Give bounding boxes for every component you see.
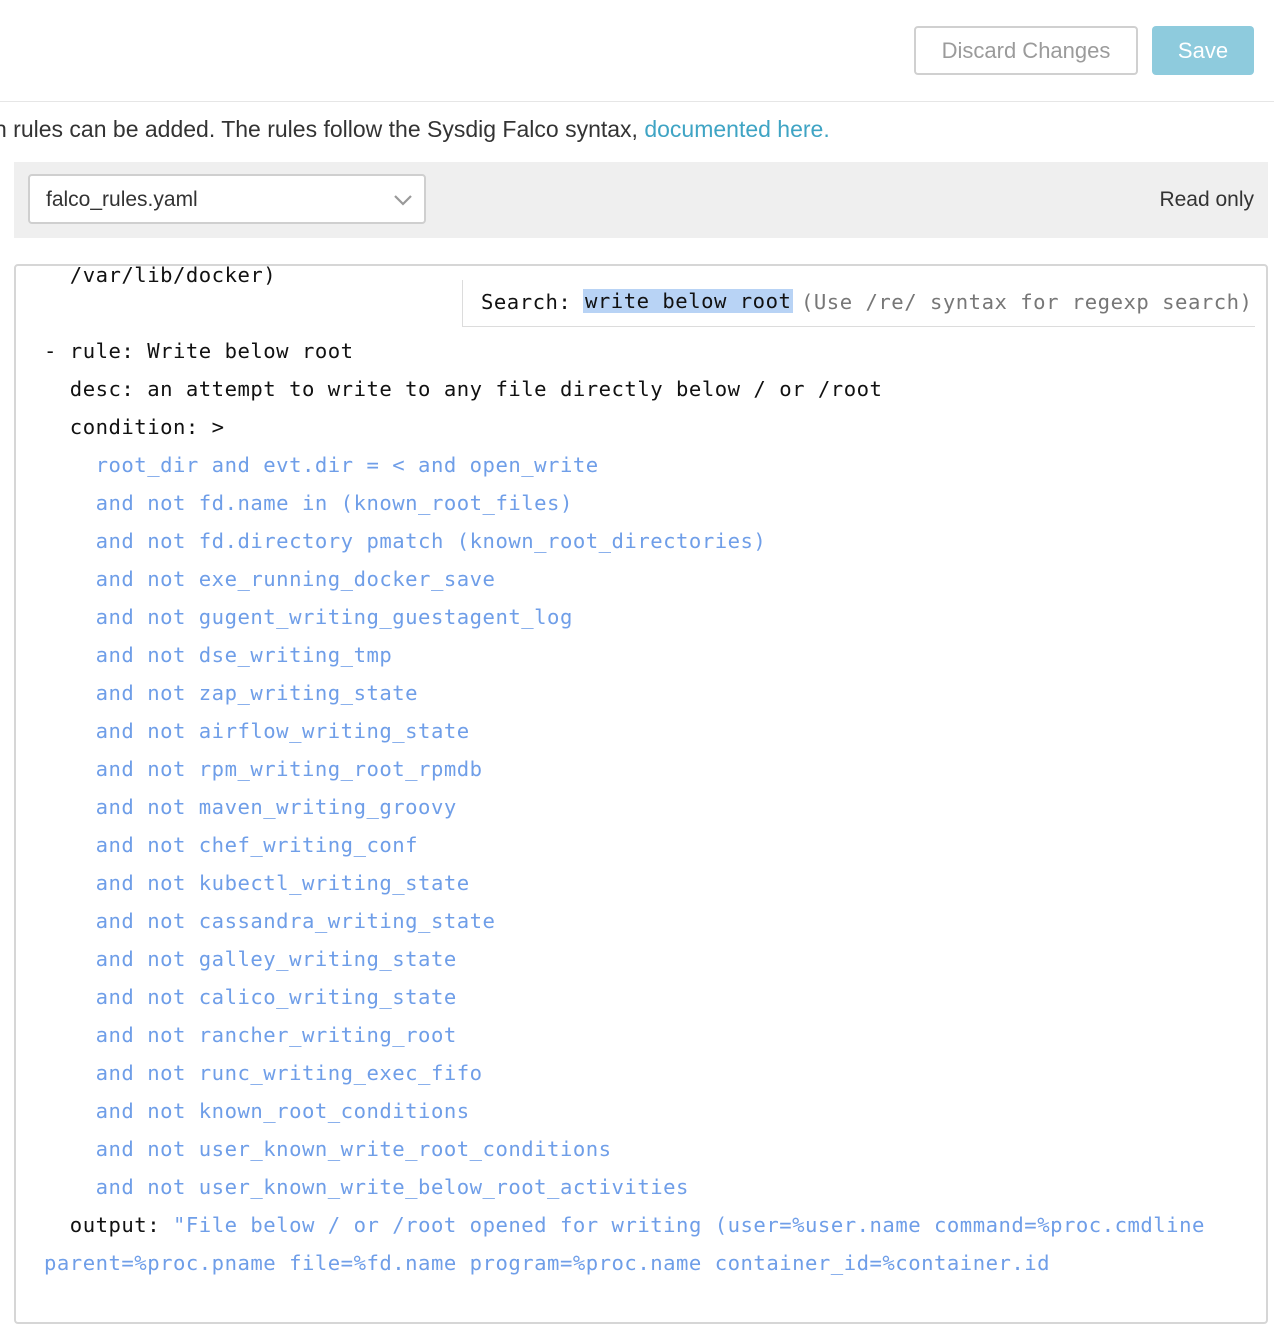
read-only-label: Read only [1159,188,1254,211]
code-content: /var/lib/docker) - rule: Write below roo… [44,266,1205,1282]
code-line: and not chef_writing_conf [44,833,419,857]
code-line: and not dse_writing_tmp [44,643,393,667]
code-line: and not runc_writing_exec_fifo [44,1061,483,1085]
code-line: and not user_known_write_below_root_acti… [44,1175,689,1199]
top-bar: Discard Changes Save [0,0,1274,102]
code-line: and not fd.directory pmatch (known_root_… [44,529,767,553]
code-line: and not known_root_conditions [44,1099,470,1123]
code-line: condition: > [44,415,225,439]
code-editor[interactable]: /var/lib/docker) - rule: Write below roo… [14,264,1268,1324]
file-select[interactable]: falco_rules.yaml [28,174,426,224]
output-key: output: [44,1213,173,1237]
code-line: and not fd.name in (known_root_files) [44,491,573,515]
code-line: and not user_known_write_root_conditions [44,1137,612,1161]
code-line: and not airflow_writing_state [44,719,470,743]
search-input[interactable]: write below root [583,289,794,313]
file-select-value: falco_rules.yaml [46,188,198,211]
code-line: and not rancher_writing_root [44,1023,457,1047]
search-hint: (Use /re/ syntax for regexp search) [801,290,1253,314]
discard-changes-button[interactable]: Discard Changes [914,26,1138,75]
intro-description: n rules can be added. The rules follow t… [0,116,645,142]
code-line: and not gugent_writing_guestagent_log [44,605,573,629]
output-value: "File below / or /root opened for writin… [173,1213,1205,1237]
save-button[interactable]: Save [1152,26,1254,75]
code-line: and not maven_writing_groovy [44,795,457,819]
code-line: and not kubectl_writing_state [44,871,470,895]
code-line: and not galley_writing_state [44,947,457,971]
code-line: and not cassandra_writing_state [44,909,496,933]
code-line-output-continued: parent=%proc.pname file=%fd.name program… [44,1251,1051,1275]
search-dialog: Search: write below root (Use /re/ synta… [462,280,1255,327]
documentation-link[interactable]: documented here. [644,116,829,142]
code-line-output: output: "File below / or /root opened fo… [44,1206,1205,1244]
code-line: and not zap_writing_state [44,681,419,705]
intro-text: n rules can be added. The rules follow t… [0,116,830,143]
code-line: - rule: Write below root [44,339,354,363]
code-line: desc: an attempt to write to any file di… [44,377,883,401]
code-line: and not exe_running_docker_save [44,567,496,591]
search-label: Search: [481,290,572,314]
file-toolbar: falco_rules.yaml Read only [14,162,1268,238]
code-line: and not calico_writing_state [44,985,457,1009]
chevron-down-icon [394,195,412,206]
code-line: and not rpm_writing_root_rpmdb [44,757,483,781]
code-line: root_dir and evt.dir = < and open_write [44,453,599,477]
